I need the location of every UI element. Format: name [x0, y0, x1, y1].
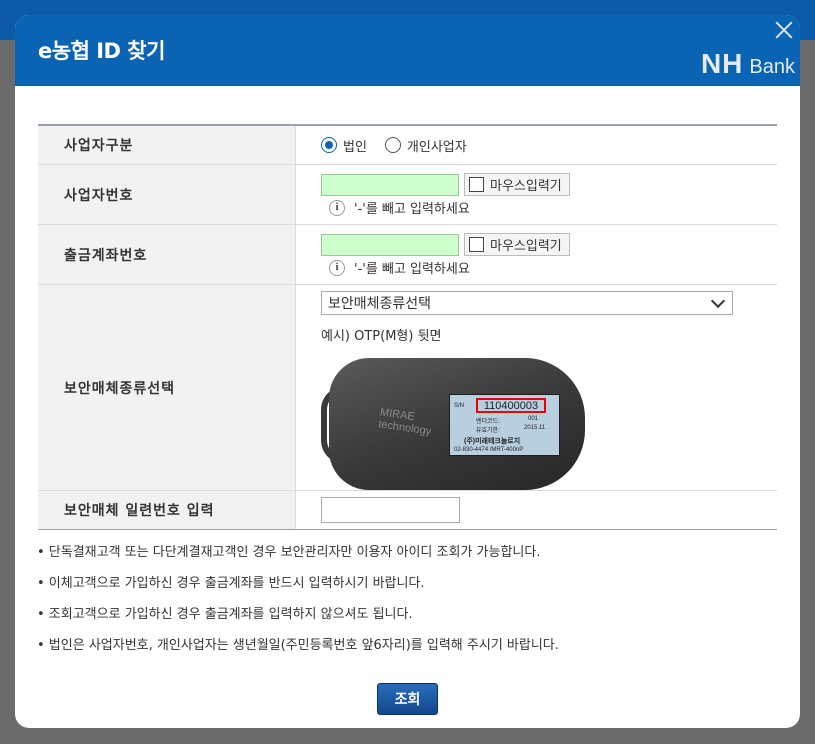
row-serial-number: 보안매체 일련번호 입력 — [38, 491, 777, 529]
serial-number-input[interactable] — [321, 497, 460, 523]
row-business-type: 사업자구분 법인 개인사업자 — [38, 126, 777, 165]
hint-label: '-'를 빼고 입력하세요 — [354, 262, 470, 277]
security-media-value: 보안매체종류선택 예시) OTP(M형) 뒷면 MIRAE technology… — [296, 285, 777, 490]
otp-line1-label: 벤더코드: — [476, 419, 500, 425]
serial-number-value — [296, 491, 777, 529]
note-item: • 조회고객으로 가입하신 경우 출금계좌를 입력하지 않으셔도 됩니다. — [37, 607, 413, 622]
mouse-input-button[interactable]: 마우스입력기 — [464, 233, 570, 256]
logo-nh: NH — [700, 48, 744, 79]
dialog-title: e농협 ID 찾기 — [38, 39, 165, 63]
id-find-dialog: e농협 ID 찾기 NH Bank 사업자구분 법인 개인사업자 사업자번호 마… — [15, 15, 800, 728]
account-number-value: 마우스입력기 i '-'를 빼고 입력하세요 — [296, 225, 777, 284]
serial-number-label: 보안매체 일련번호 입력 — [38, 491, 296, 529]
checkbox-icon — [469, 177, 484, 192]
otp-device-image: MIRAE technology S/N 110400003 벤더코드: 001… — [321, 358, 587, 490]
radio-unchecked-icon — [384, 137, 401, 153]
note-item: • 단독결재고객 또는 다단계결재고객인 경우 보안관리자만 이용자 아이디 조… — [37, 545, 541, 560]
security-media-label: 보안매체종류선택 — [38, 285, 296, 490]
select-value: 보안매체종류선택 — [328, 296, 432, 312]
checkbox-icon — [469, 237, 484, 252]
row-security-media: 보안매체종류선택 보안매체종류선택 예시) OTP(M형) 뒷면 MIRAE t… — [38, 285, 777, 491]
close-icon[interactable] — [772, 18, 796, 42]
nh-bank-logo: NH Bank — [701, 48, 795, 80]
example-text: 예시) OTP(M형) 뒷면 — [321, 329, 442, 344]
security-media-select[interactable]: 보안매체종류선택 — [321, 291, 733, 315]
radio-individual[interactable]: 개인사업자 — [384, 136, 467, 155]
row-business-number: 사업자번호 마우스입력기 i '-'를 빼고 입력하세요 — [38, 165, 777, 225]
hint-text: i '-'를 빼고 입력하세요 — [329, 198, 777, 217]
logo-bank: Bank — [749, 56, 795, 78]
otp-sn-label: S/N — [454, 403, 465, 409]
otp-company: (주)미래테크놀로지 — [464, 438, 521, 445]
note-item: • 이체고객으로 가입하신 경우 출금계좌를 반드시 입력하시기 바랍니다. — [37, 576, 425, 591]
mouse-input-label: 마우스입력기 — [490, 179, 562, 194]
info-icon: i — [329, 199, 345, 216]
notes-list: • 단독결재고객 또는 다단계결재고객인 경우 보안관리자만 이용자 아이디 조… — [37, 544, 787, 668]
otp-phone: 02-830-4474 /MRT-400nP — [454, 447, 524, 453]
radio-individual-label: 개인사업자 — [406, 139, 467, 155]
otp-label-panel: S/N 110400003 벤더코드: 001 유효기한: 2015.11 (주… — [449, 394, 560, 456]
radio-corporation-label: 법인 — [343, 139, 367, 155]
radio-checked-icon — [321, 137, 337, 153]
hint-label: '-'를 빼고 입력하세요 — [354, 202, 470, 217]
mouse-input-button[interactable]: 마우스입력기 — [464, 173, 570, 196]
dialog-header: e농협 ID 찾기 NH Bank — [15, 15, 800, 86]
otp-serial-highlight: 110400003 — [476, 398, 546, 413]
account-number-label: 출금계좌번호 — [38, 225, 296, 284]
hint-text: i '-'를 빼고 입력하세요 — [329, 258, 777, 277]
radio-corporation[interactable]: 법인 — [321, 136, 367, 155]
business-type-label: 사업자구분 — [38, 126, 296, 164]
business-number-label: 사업자번호 — [38, 165, 296, 224]
row-account-number: 출금계좌번호 마우스입력기 i '-'를 빼고 입력하세요 — [38, 225, 777, 285]
search-button[interactable]: 조회 — [377, 683, 438, 715]
business-number-input[interactable] — [321, 173, 459, 196]
info-icon: i — [329, 259, 345, 276]
otp-line1-value: 001 — [528, 416, 539, 422]
chevron-down-icon — [710, 293, 726, 309]
account-number-input[interactable] — [321, 233, 459, 256]
note-item: • 법인은 사업자번호, 개인사업자는 생년월일(주민등록번호 앞6자리)를 입… — [37, 638, 559, 653]
mouse-input-label: 마우스입력기 — [490, 239, 562, 254]
otp-line2-value: 2015.11 — [524, 425, 546, 431]
business-type-options: 법인 개인사업자 — [296, 126, 777, 164]
form-table: 사업자구분 법인 개인사업자 사업자번호 마우스입력기 i '-'를 빼고 입력… — [38, 124, 777, 530]
business-number-value: 마우스입력기 i '-'를 빼고 입력하세요 — [296, 165, 777, 224]
otp-line2-label: 유효기한: — [476, 428, 500, 434]
